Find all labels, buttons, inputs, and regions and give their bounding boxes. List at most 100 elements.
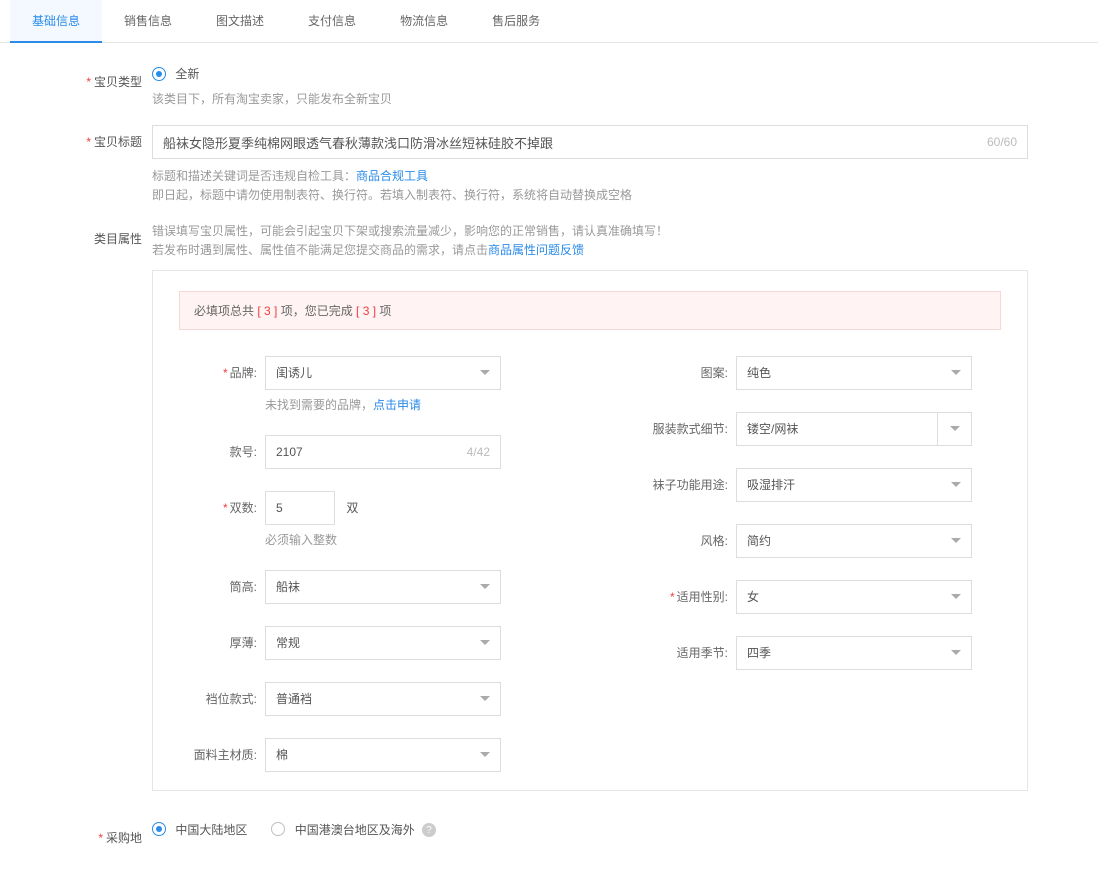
chevron-down-icon — [480, 640, 490, 645]
func-value: 吸湿排汗 — [747, 476, 795, 493]
attr-row-pairs: *双数: 双 必须输入整数 — [179, 491, 530, 548]
form-area: *宝贝类型 全新 该类目下，所有淘宝卖家，只能发布全新宝贝 *宝贝标题 60/6… — [0, 43, 1098, 892]
attr-row-detail: 服装款式细节: 镂空/网袜 — [650, 412, 1001, 446]
pattern-select[interactable]: 纯色 — [736, 356, 972, 390]
tab-basic-info[interactable]: 基础信息 — [10, 0, 102, 43]
attr-col-right: 图案: 纯色 服装款式细节: — [650, 356, 1001, 772]
label-source-region: *采购地 — [70, 821, 152, 846]
attr-warning: 错误填写宝贝属性，可能会引起宝贝下架或搜索流量减少，影响您的正常销售，请认真准确… — [152, 222, 1028, 260]
attr-label-tube: 筒高: — [179, 570, 265, 595]
chevron-down-icon — [951, 650, 961, 655]
chevron-down-icon — [951, 482, 961, 487]
chevron-down-icon — [950, 426, 960, 431]
tab-description[interactable]: 图文描述 — [194, 0, 286, 42]
hint-item-type: 该类目下，所有淘宝卖家，只能发布全新宝贝 — [152, 90, 1028, 109]
tab-aftersale[interactable]: 售后服务 — [470, 0, 562, 42]
label-item-type: *宝贝类型 — [70, 65, 152, 90]
chevron-down-icon — [480, 696, 490, 701]
row-category-attrs: 类目属性 错误填写宝贝属性，可能会引起宝贝下架或搜索流量减少，影响您的正常销售，… — [70, 222, 1028, 791]
attr-label-thickness: 厚薄: — [179, 626, 265, 651]
title-counter: 60/60 — [987, 135, 1017, 149]
brand-apply-link[interactable]: 点击申请 — [373, 398, 421, 412]
thickness-select[interactable]: 常规 — [265, 626, 501, 660]
attr-row-material: 面料主材质: 棉 — [179, 738, 530, 772]
attr-row-pattern: 图案: 纯色 — [650, 356, 1001, 390]
title-input-wrap[interactable]: 60/60 — [152, 125, 1028, 159]
section-tabs: 基础信息 销售信息 图文描述 支付信息 物流信息 售后服务 — [0, 0, 1098, 43]
attr-col-left: *品牌: 闺诱儿 未找到需要的品牌，点击申请 — [179, 356, 530, 772]
pattern-value: 纯色 — [747, 364, 771, 381]
attr-label-style: 风格: — [650, 524, 736, 549]
compliance-tool-link[interactable]: 商品合规工具 — [356, 169, 428, 183]
chevron-down-icon — [480, 584, 490, 589]
attr-row-func: 袜子功能用途: 吸湿排汗 — [650, 468, 1001, 502]
season-select[interactable]: 四季 — [736, 636, 972, 670]
attr-label-crotch: 裆位款式: — [179, 682, 265, 707]
attr-row-tube: 筒高: 船袜 — [179, 570, 530, 604]
detail-dropdown-btn[interactable] — [937, 413, 971, 445]
detail-select[interactable]: 镂空/网袜 — [736, 412, 972, 446]
attr-label-pattern: 图案: — [650, 356, 736, 381]
func-select[interactable]: 吸湿排汗 — [736, 468, 972, 502]
label-category-attrs: 类目属性 — [70, 222, 152, 247]
attr-row-style: 风格: 简约 — [650, 524, 1001, 558]
gender-value: 女 — [747, 588, 759, 605]
radio-icon — [271, 822, 285, 836]
tab-payment[interactable]: 支付信息 — [286, 0, 378, 42]
attr-row-crotch: 裆位款式: 普通裆 — [179, 682, 530, 716]
style-value: 简约 — [747, 532, 771, 549]
attr-row-brand: *品牌: 闺诱儿 未找到需要的品牌，点击申请 — [179, 356, 530, 413]
radio-label-new: 全新 — [175, 67, 199, 81]
pairs-unit: 双 — [346, 501, 358, 515]
radio-icon — [152, 822, 166, 836]
styleno-input-wrap[interactable]: 4/42 — [265, 435, 501, 469]
chevron-down-icon — [480, 370, 490, 375]
attr-row-styleno: 款号: 4/42 — [179, 435, 530, 469]
brand-subhint: 未找到需要的品牌，点击申请 — [265, 396, 530, 413]
attr-label-season: 适用季节: — [650, 636, 736, 661]
material-select[interactable]: 棉 — [265, 738, 501, 772]
styleno-input[interactable] — [276, 445, 467, 459]
attr-label-material: 面料主材质: — [179, 738, 265, 763]
attr-label-pairs: *双数: — [179, 491, 265, 516]
attr-panel: 必填项总共 [ 3 ] 项，您已完成 [ 3 ] 项 *品牌: 闺诱儿 — [152, 270, 1028, 791]
attr-row-gender: *适用性别: 女 — [650, 580, 1001, 614]
row-source-region: *采购地 中国大陆地区 中国港澳台地区及海外 ? — [70, 821, 1028, 846]
required-summary: 必填项总共 [ 3 ] 项，您已完成 [ 3 ] 项 — [179, 291, 1001, 330]
attr-label-gender: *适用性别: — [650, 580, 736, 605]
attr-label-func: 袜子功能用途: — [650, 468, 736, 493]
title-input[interactable] — [163, 135, 987, 150]
radio-overseas[interactable]: 中国港澳台地区及海外 ? — [271, 821, 436, 838]
thickness-value: 常规 — [276, 634, 300, 651]
tube-select[interactable]: 船袜 — [265, 570, 501, 604]
attr-row-season: 适用季节: 四季 — [650, 636, 1001, 670]
tab-logistics[interactable]: 物流信息 — [378, 0, 470, 42]
attr-feedback-link[interactable]: 商品属性问题反馈 — [488, 243, 584, 257]
hint-title: 标题和描述关键词是否违规自检工具：商品合规工具 即日起，标题中请勿使用制表符、换… — [152, 167, 1028, 205]
chevron-down-icon — [951, 370, 961, 375]
radio-label-overseas: 中国港澳台地区及海外 — [295, 823, 415, 837]
attr-row-thickness: 厚薄: 常规 — [179, 626, 530, 660]
row-item-title: *宝贝标题 60/60 标题和描述关键词是否违规自检工具：商品合规工具 即日起，… — [70, 125, 1028, 205]
radio-label-mainland: 中国大陆地区 — [175, 823, 247, 837]
tab-sales-info[interactable]: 销售信息 — [102, 0, 194, 42]
row-item-type: *宝贝类型 全新 该类目下，所有淘宝卖家，只能发布全新宝贝 — [70, 65, 1028, 109]
label-item-title: *宝贝标题 — [70, 125, 152, 150]
detail-value: 镂空/网袜 — [737, 413, 937, 445]
attr-label-brand: *品牌: — [179, 356, 265, 381]
crotch-value: 普通裆 — [276, 690, 312, 707]
brand-select[interactable]: 闺诱儿 — [265, 356, 501, 390]
chevron-down-icon — [480, 752, 490, 757]
radio-mainland[interactable]: 中国大陆地区 — [152, 821, 247, 838]
style-select[interactable]: 简约 — [736, 524, 972, 558]
radio-type-new[interactable]: 全新 — [152, 65, 199, 82]
chevron-down-icon — [951, 594, 961, 599]
crotch-select[interactable]: 普通裆 — [265, 682, 501, 716]
pairs-input[interactable] — [265, 491, 335, 525]
radio-icon — [152, 67, 166, 81]
pairs-subhint: 必须输入整数 — [265, 531, 530, 548]
styleno-counter: 4/42 — [467, 445, 490, 459]
help-icon[interactable]: ? — [422, 823, 436, 837]
gender-select[interactable]: 女 — [736, 580, 972, 614]
material-value: 棉 — [276, 746, 288, 763]
